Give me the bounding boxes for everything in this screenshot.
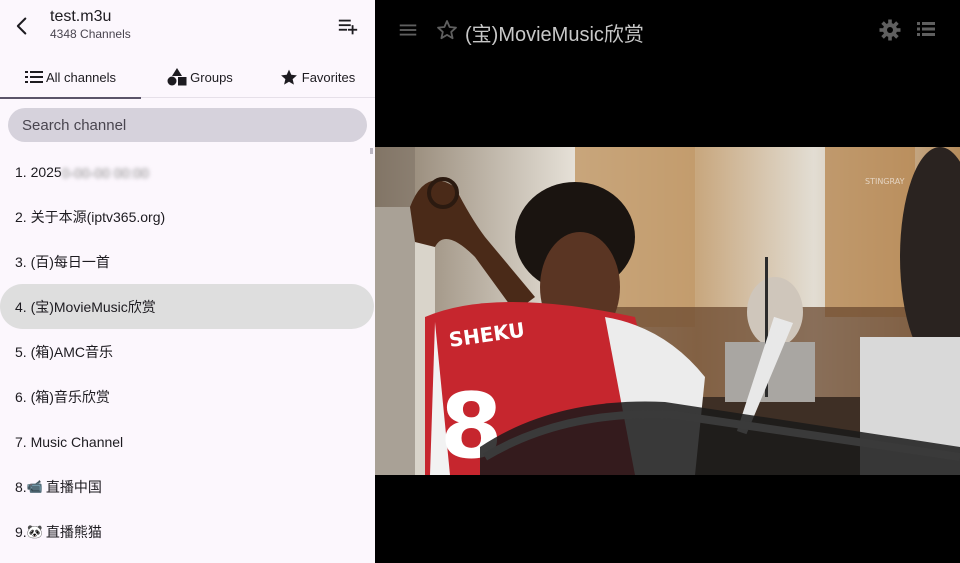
- back-button[interactable]: [8, 12, 36, 40]
- channel-label-tail: 直播熊猫: [45, 523, 102, 540]
- list-view-icon: [917, 22, 935, 36]
- tab-label: Favorites: [301, 69, 356, 85]
- video-frame: SHEKU 8 STINGRAY: [375, 147, 960, 475]
- channel-label: 7. Music Channel: [15, 433, 124, 450]
- star-outline-icon: [437, 20, 457, 40]
- list-item[interactable]: 7. Music Channel: [0, 419, 375, 464]
- list-item[interactable]: 9. 🐼 直播熊猫: [0, 509, 375, 554]
- blurred-timestamp: 0-00-00 00:00: [61, 164, 149, 179]
- list-item[interactable]: 2. 关于本源(iptv365.org): [0, 194, 375, 239]
- channel-label: 9.: [15, 523, 27, 540]
- gear-icon: [879, 19, 901, 41]
- tab-label: Groups: [190, 69, 233, 85]
- star-icon: [280, 69, 297, 85]
- channel-label: 1. 2025: [15, 163, 62, 180]
- shapes-icon: [167, 68, 187, 86]
- channel-label: 5. (箱)AMC音乐: [15, 343, 113, 360]
- video-player[interactable]: SHEKU 8 STINGRAY: [375, 147, 960, 475]
- player-panel: (宝)MovieMusic欣赏 SHEKU 8 STINGRAY: [375, 0, 960, 563]
- channel-panel: test.m3u 4348 Channels All channels Grou…: [0, 0, 375, 563]
- settings-button[interactable]: [878, 18, 902, 42]
- channel-label: 3. (百)每日一首: [15, 253, 110, 270]
- list-item[interactable]: 5. (箱)AMC音乐: [0, 329, 375, 374]
- list-icon: [24, 71, 43, 83]
- list-item[interactable]: 8. 📹 直播中国: [0, 464, 375, 509]
- channel-count: 4348 Channels: [50, 27, 131, 41]
- channel-label: 4. (宝)MovieMusic欣赏: [15, 298, 156, 315]
- list-item[interactable]: 1. 2025 0-00-00 00:00: [0, 149, 375, 194]
- tab-bar: All channels Groups Favorites: [0, 56, 375, 99]
- channel-label-tail: 直播中国: [45, 478, 102, 495]
- favorite-button[interactable]: [435, 18, 459, 42]
- camera-icon: 📹: [26, 478, 43, 494]
- search-input[interactable]: [8, 108, 367, 142]
- channel-label: 2. 关于本源(iptv365.org): [15, 208, 166, 225]
- playlist-title-block: test.m3u 4348 Channels: [50, 7, 131, 41]
- playlist-title: test.m3u: [50, 8, 112, 25]
- channel-list-button[interactable]: [916, 19, 938, 41]
- channel-label: 6. (箱)音乐欣赏: [15, 388, 110, 405]
- menu-icon: [399, 24, 417, 36]
- channel-label: 8.: [15, 478, 27, 495]
- channel-list: 1. 2025 0-00-00 00:00 2. 关于本源(iptv365.org…: [0, 149, 375, 554]
- app-bar: test.m3u 4348 Channels: [0, 0, 375, 56]
- player-bar: (宝)MovieMusic欣赏: [375, 0, 960, 60]
- arrow-back-icon: [16, 17, 27, 35]
- tab-groups[interactable]: Groups: [141, 56, 259, 98]
- tab-label: All channels: [45, 69, 117, 85]
- list-item[interactable]: 6. (箱)音乐欣赏: [0, 374, 375, 419]
- panda-icon: 🐼: [26, 523, 43, 539]
- tab-favorites[interactable]: Favorites: [259, 56, 375, 98]
- list-item[interactable]: 3. (百)每日一首: [0, 239, 375, 284]
- watermark-text: STINGRAY: [865, 177, 905, 186]
- add-playlist-button[interactable]: [335, 14, 361, 40]
- list-item-selected[interactable]: 4. (宝)MovieMusic欣赏: [0, 284, 374, 329]
- menu-button[interactable]: [397, 19, 421, 43]
- tab-all-channels[interactable]: All channels: [0, 56, 141, 99]
- playlist-add-icon: [338, 19, 358, 35]
- now-playing-title: (宝)MovieMusic欣赏: [465, 24, 644, 46]
